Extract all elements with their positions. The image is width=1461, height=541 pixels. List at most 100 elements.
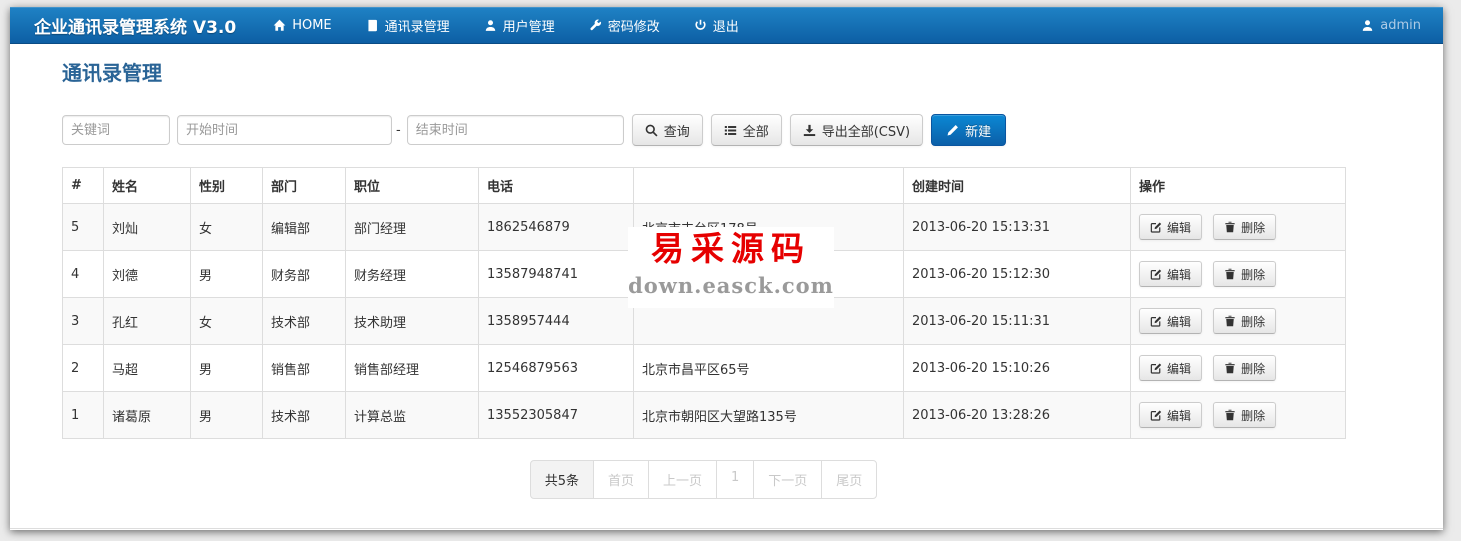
cell-id: 3 bbox=[63, 298, 104, 345]
cell-dept: 技术部 bbox=[263, 392, 346, 439]
col-header-address bbox=[634, 168, 904, 204]
page-sheet: 企业通讯录管理系统 V3.0 HOME 通讯录管理 用户管理 bbox=[10, 7, 1443, 530]
col-header-actions: 操作 bbox=[1131, 168, 1346, 204]
end-time-input[interactable] bbox=[407, 115, 624, 145]
edit-button-label: 编辑 bbox=[1167, 266, 1191, 283]
cell-id: 5 bbox=[63, 204, 104, 251]
watermark-title: 易采源码 bbox=[628, 227, 834, 271]
trash-icon bbox=[1224, 221, 1236, 233]
table-row: 1 诸葛原 男 技术部 计算总监 13552305847 北京市朝阳区大望路13… bbox=[63, 392, 1346, 439]
cell-id: 1 bbox=[63, 392, 104, 439]
edit-button[interactable]: 编辑 bbox=[1139, 261, 1202, 287]
new-record-button[interactable]: 新建 bbox=[931, 114, 1006, 146]
cell-position: 销售部经理 bbox=[346, 345, 479, 392]
home-icon bbox=[273, 19, 286, 32]
delete-button-label: 删除 bbox=[1241, 407, 1265, 424]
cell-dept: 销售部 bbox=[263, 345, 346, 392]
trash-icon bbox=[1224, 409, 1236, 421]
nav-item-password[interactable]: 密码修改 bbox=[572, 7, 677, 43]
cell-dept: 技术部 bbox=[263, 298, 346, 345]
cell-name: 马超 bbox=[104, 345, 191, 392]
edit-button[interactable]: 编辑 bbox=[1139, 402, 1202, 428]
trash-icon bbox=[1224, 315, 1236, 327]
delete-button[interactable]: 删除 bbox=[1213, 261, 1276, 287]
app-brand: 企业通讯录管理系统 V3.0 bbox=[10, 13, 256, 38]
nav-item-label: 退出 bbox=[713, 16, 739, 35]
cell-phone: 12546879563 bbox=[479, 345, 634, 392]
wrench-icon bbox=[589, 19, 602, 32]
pagination-page-1[interactable]: 1 bbox=[716, 460, 754, 499]
cell-gender: 男 bbox=[191, 392, 263, 439]
cell-id: 4 bbox=[63, 251, 104, 298]
search-button-label: 查询 bbox=[664, 121, 690, 140]
col-header-gender: 性别 bbox=[191, 168, 263, 204]
username-label: admin bbox=[1380, 18, 1421, 33]
cell-created: 2013-06-20 15:13:31 bbox=[904, 204, 1131, 251]
col-header-phone: 电话 bbox=[479, 168, 634, 204]
col-header-created: 创建时间 bbox=[904, 168, 1131, 204]
cell-gender: 女 bbox=[191, 298, 263, 345]
delete-button-label: 删除 bbox=[1241, 313, 1265, 330]
trash-icon bbox=[1224, 362, 1236, 374]
cell-address: 北京市朝阳区大望路135号 bbox=[634, 392, 904, 439]
cell-name: 诸葛原 bbox=[104, 392, 191, 439]
top-navbar: 企业通讯录管理系统 V3.0 HOME 通讯录管理 用户管理 bbox=[10, 7, 1443, 44]
nav-item-users[interactable]: 用户管理 bbox=[467, 7, 572, 43]
cell-position: 计算总监 bbox=[346, 392, 479, 439]
keyword-input[interactable] bbox=[62, 115, 170, 145]
table-header-row: # 姓名 性别 部门 职位 电话 创建时间 操作 bbox=[63, 168, 1346, 204]
page-title: 通讯录管理 bbox=[62, 59, 1345, 87]
nav-item-label: 通讯录管理 bbox=[385, 16, 450, 35]
pagination-last[interactable]: 尾页 bbox=[821, 460, 877, 499]
cell-actions: 编辑 删除 bbox=[1131, 345, 1346, 392]
edit-icon bbox=[1150, 362, 1162, 374]
nav-item-label: HOME bbox=[292, 18, 331, 33]
delete-button[interactable]: 删除 bbox=[1213, 214, 1276, 240]
cell-name: 刘灿 bbox=[104, 204, 191, 251]
user-icon bbox=[1361, 19, 1374, 32]
col-header-dept: 部门 bbox=[263, 168, 346, 204]
edit-button[interactable]: 编辑 bbox=[1139, 355, 1202, 381]
cell-gender: 女 bbox=[191, 204, 263, 251]
edit-button-label: 编辑 bbox=[1167, 360, 1191, 377]
edit-icon bbox=[1150, 221, 1162, 233]
col-header-index: # bbox=[63, 168, 104, 204]
new-record-button-label: 新建 bbox=[965, 121, 991, 140]
delete-button[interactable]: 删除 bbox=[1213, 355, 1276, 381]
user-icon bbox=[484, 19, 497, 32]
nav-item-label: 密码修改 bbox=[608, 16, 660, 35]
cell-actions: 编辑 删除 bbox=[1131, 204, 1346, 251]
show-all-button-label: 全部 bbox=[743, 121, 769, 140]
search-button[interactable]: 查询 bbox=[632, 114, 703, 146]
cell-actions: 编辑 删除 bbox=[1131, 251, 1346, 298]
delete-button[interactable]: 删除 bbox=[1213, 308, 1276, 334]
start-time-input[interactable] bbox=[177, 115, 392, 145]
pagination-prev[interactable]: 上一页 bbox=[648, 460, 717, 499]
nav-item-logout[interactable]: 退出 bbox=[677, 7, 756, 43]
export-csv-button[interactable]: 导出全部(CSV) bbox=[790, 114, 923, 146]
delete-button-label: 删除 bbox=[1241, 360, 1265, 377]
pagination-first[interactable]: 首页 bbox=[593, 460, 649, 499]
cell-position: 财务经理 bbox=[346, 251, 479, 298]
show-all-button[interactable]: 全部 bbox=[711, 114, 782, 146]
delete-button-label: 删除 bbox=[1241, 266, 1265, 283]
filter-toolbar: - 查询 全部 导出全部(CSV) bbox=[62, 114, 1345, 146]
nav-item-home[interactable]: HOME bbox=[256, 7, 348, 43]
edit-button-label: 编辑 bbox=[1167, 407, 1191, 424]
user-menu[interactable]: admin bbox=[1361, 18, 1443, 33]
delete-button-label: 删除 bbox=[1241, 219, 1265, 236]
edit-button[interactable]: 编辑 bbox=[1139, 214, 1202, 240]
edit-button[interactable]: 编辑 bbox=[1139, 308, 1202, 334]
list-icon bbox=[724, 124, 737, 137]
nav-item-contacts[interactable]: 通讯录管理 bbox=[349, 7, 467, 43]
pagination-total: 共5条 bbox=[530, 460, 594, 499]
edit-button-label: 编辑 bbox=[1167, 313, 1191, 330]
delete-button[interactable]: 删除 bbox=[1213, 402, 1276, 428]
pagination-next[interactable]: 下一页 bbox=[753, 460, 822, 499]
edit-button-label: 编辑 bbox=[1167, 219, 1191, 236]
download-icon bbox=[803, 124, 816, 137]
cell-name: 刘德 bbox=[104, 251, 191, 298]
watermark: 易采源码 down.easck.com bbox=[628, 227, 834, 308]
cell-position: 部门经理 bbox=[346, 204, 479, 251]
search-icon bbox=[645, 124, 658, 137]
